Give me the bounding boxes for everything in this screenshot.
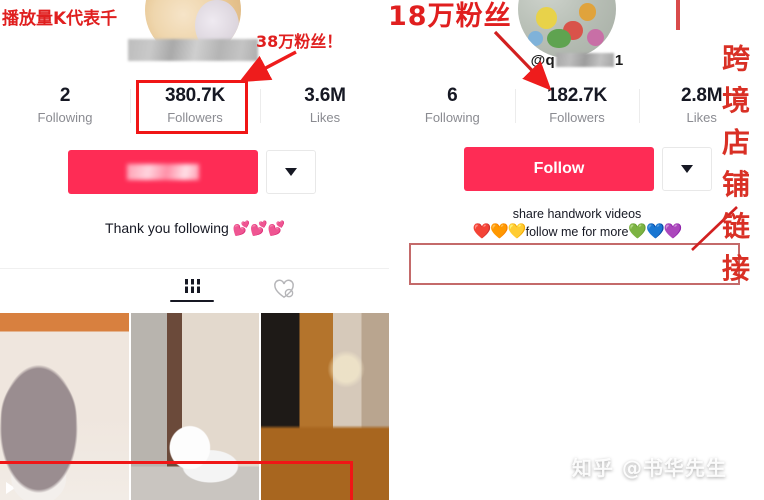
stat-label: Followers (549, 110, 605, 125)
tab-liked[interactable] (272, 279, 296, 299)
annotation-followers-callout: 38万粉丝！ (256, 32, 343, 51)
chevron-down-icon (681, 165, 693, 173)
username-suffix: 1 (614, 52, 624, 69)
username-blurred-segment (555, 53, 614, 67)
stat-label: Following (424, 110, 480, 125)
annotation-top-left: 播放量K代表千 (2, 9, 118, 29)
grid-icon (184, 279, 200, 293)
annotation-vertical-char: 境 (721, 84, 750, 117)
bio-block: share handwork videos ❤️🧡💛follow me for … (390, 206, 764, 241)
bio-line-2-text: follow me for more (525, 225, 629, 239)
annotation-vertical-char: 跨 (721, 42, 750, 75)
avatar-detail (586, 28, 605, 47)
more-options-button[interactable] (266, 150, 316, 194)
display-name-blurred (128, 39, 258, 61)
follow-button[interactable] (68, 150, 258, 194)
stat-followers[interactable]: 182.7K Followers (514, 85, 640, 128)
annotation-box-followers (136, 80, 248, 134)
left-profile-panel: 2 Following 380.7K Followers 3.6M Likes … (0, 0, 390, 500)
avatar-detail (535, 7, 558, 29)
more-options-button[interactable] (662, 147, 712, 191)
profile-tabbar (0, 268, 390, 312)
annotation-box-view-counts (0, 461, 353, 500)
panel-divider (389, 0, 391, 500)
stat-following[interactable]: 2 Following (0, 85, 130, 128)
annotation-vertical-char: 接 (721, 252, 750, 285)
hearts-right: 💚💙💜 (628, 223, 682, 240)
stat-label: Following (37, 110, 93, 125)
action-row (68, 150, 316, 194)
stat-value: 2 (59, 85, 71, 106)
tab-active-indicator (170, 300, 214, 302)
username-prefix: @q (530, 52, 555, 69)
annotation-vertical: 跨 境 店 铺 链 接 (714, 38, 758, 290)
stats-row: 6 Following 182.7K Followers 2.8M Likes (390, 85, 764, 128)
tab-videos[interactable] (170, 279, 214, 302)
bio-text: Thank you following 💕💕💕 (105, 220, 285, 236)
avatar-detail (578, 3, 597, 21)
annotation-top-right: 18万粉丝 (388, 1, 512, 32)
screenshot-root: 2 Following 380.7K Followers 3.6M Likes … (0, 0, 764, 500)
avatar-detail (527, 30, 544, 47)
stat-following[interactable]: 6 Following (390, 85, 515, 128)
watermark: 知乎 @书华先生 (572, 456, 727, 480)
follow-button-label-blurred (127, 164, 199, 180)
bio-line-1: share handwork videos (512, 207, 642, 221)
avatar-detail (547, 28, 571, 49)
bio-line-2: ❤️🧡💛follow me for more💚💙💜 (390, 223, 764, 241)
hearts-left: ❤️🧡💛 (472, 223, 527, 240)
annotation-vertical-char: 铺 (721, 168, 750, 201)
avatar[interactable] (518, 0, 616, 58)
chevron-down-icon (285, 168, 297, 176)
username[interactable]: @q 1 (390, 52, 764, 69)
stat-value: 6 (447, 85, 458, 106)
action-row: Follow (464, 147, 712, 191)
annotation-tick-mark (676, 0, 680, 30)
stat-value: 3.6M (304, 85, 346, 106)
private-heart-icon (274, 279, 294, 299)
stat-likes[interactable]: 3.6M Likes (260, 85, 390, 128)
annotation-vertical-char: 链 (721, 210, 750, 243)
annotation-vertical-char: 店 (721, 126, 750, 159)
annotation-box-link (409, 243, 740, 285)
stat-value: 182.7K (546, 85, 608, 106)
stat-label: Likes (309, 110, 341, 125)
follow-button[interactable]: Follow (464, 147, 654, 191)
